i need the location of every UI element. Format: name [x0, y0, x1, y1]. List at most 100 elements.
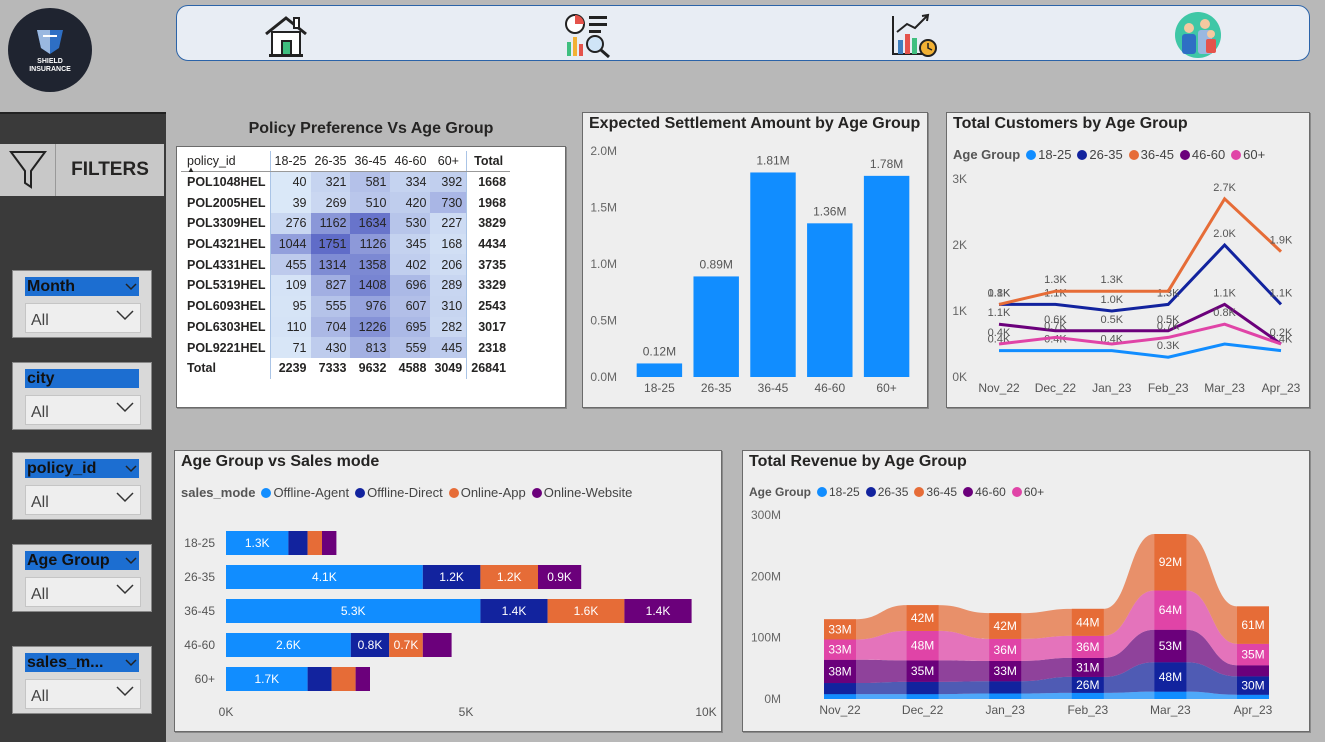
- chevron-down-icon[interactable]: [116, 684, 134, 703]
- row-policy-id: POL5319HEL: [181, 275, 271, 296]
- table-row[interactable]: POL2005HEL 39 269 510 420 730 1968: [181, 192, 511, 214]
- column-header[interactable]: 60+: [430, 151, 467, 173]
- bar: [636, 363, 683, 377]
- x-tick-label: Dec_22: [902, 703, 944, 717]
- slicer-value: All: [31, 312, 49, 329]
- data-label: 36M: [1076, 640, 1099, 654]
- table-cell: 510: [350, 192, 391, 214]
- slicer-dropdown[interactable]: All: [25, 679, 141, 709]
- slicer-city[interactable]: city All: [12, 362, 152, 430]
- row-total-cell: 2543: [466, 295, 511, 317]
- table-row[interactable]: POL5319HEL 109 827 1408 696 289 3329: [181, 275, 511, 296]
- table-row[interactable]: POL1048HEL 40 321 581 334 392 1668: [181, 171, 511, 193]
- y-tick-label: 3K: [952, 172, 967, 186]
- chevron-down-icon[interactable]: [125, 277, 137, 296]
- chevron-down-icon[interactable]: [116, 400, 134, 419]
- column-header[interactable]: 36-45: [350, 151, 391, 173]
- chevron-down-icon[interactable]: [116, 308, 134, 327]
- chevron-down-icon[interactable]: [125, 551, 137, 570]
- slicer-policy-id[interactable]: policy_id All: [12, 452, 152, 520]
- data-label: 1.36M: [813, 204, 846, 218]
- table-row[interactable]: POL4331HEL 455 1314 1358 402 206 3735: [181, 254, 511, 276]
- data-label: 4.1K: [312, 570, 337, 584]
- series-line: [999, 242, 1283, 313]
- table-cell: 530: [390, 213, 431, 234]
- growth-chart-icon[interactable]: [889, 12, 939, 58]
- table-cell: 1226: [350, 316, 391, 338]
- chevron-down-icon[interactable]: [116, 582, 134, 601]
- x-tick-label: Dec_22: [1035, 381, 1077, 395]
- slicer-age-group[interactable]: Age Group All: [12, 544, 152, 612]
- data-label: 0.8K: [1213, 307, 1236, 319]
- row-total-cell: 4434: [466, 233, 511, 255]
- bar-segment: [322, 531, 337, 555]
- y-tick-label: 2K: [952, 238, 967, 252]
- slicer-dropdown[interactable]: All: [25, 485, 141, 515]
- table-row[interactable]: POL3309HEL 276 1162 1634 530 227 3829: [181, 213, 511, 234]
- policy-matrix-visual: Policy Preference Vs Age Group policy_id…: [176, 114, 566, 408]
- y-tick-label: 46-60: [184, 638, 215, 652]
- slicer-title: city: [25, 369, 139, 388]
- y-tick-label: 0K: [952, 370, 967, 384]
- slicer-sales-mode[interactable]: sales_m... All: [12, 646, 152, 714]
- column-header[interactable]: 26-35: [310, 151, 351, 173]
- table-row[interactable]: POL6303HEL 110 704 1226 695 282 3017: [181, 316, 511, 338]
- column-header[interactable]: Total: [466, 151, 511, 173]
- sort-ascending-icon[interactable]: ▲: [187, 165, 195, 174]
- bar-segment: [307, 667, 332, 691]
- row-total-cell: 2318: [466, 337, 511, 358]
- data-label: 0.8K: [358, 638, 383, 652]
- slicer-dropdown[interactable]: All: [25, 577, 141, 607]
- y-tick-label: 300M: [751, 508, 781, 522]
- column-header[interactable]: 18-25: [270, 151, 311, 173]
- table-cell: 1751: [310, 233, 351, 255]
- table-cell: 168: [430, 233, 467, 255]
- customers-group-icon[interactable]: [1173, 12, 1223, 58]
- data-label: 2.7K: [1213, 182, 1236, 194]
- table-cell: 109: [270, 275, 311, 296]
- analysis-report-icon[interactable]: [563, 12, 613, 59]
- slicer-value: All: [31, 494, 49, 511]
- revenue-chart-card: Total Revenue by Age Group Age Group 18-2…: [742, 450, 1310, 732]
- data-label: 1.9K: [1270, 235, 1293, 247]
- x-tick-label: Feb_23: [1067, 703, 1108, 717]
- column-header-policy-id[interactable]: policy_id ▲: [181, 151, 271, 174]
- x-tick-label: Mar_23: [1150, 703, 1191, 717]
- slicer-dropdown[interactable]: All: [25, 303, 141, 333]
- x-tick-label: Feb_23: [1148, 381, 1189, 395]
- series-column: [1237, 694, 1269, 699]
- bar-segment: [307, 531, 322, 555]
- chevron-down-icon[interactable]: [116, 490, 134, 509]
- bar: [693, 276, 739, 377]
- data-label: 36M: [994, 643, 1017, 657]
- x-tick-label: 36-45: [758, 381, 789, 395]
- data-label: 0.7K: [1044, 320, 1067, 332]
- data-label: 1.3K: [1044, 274, 1067, 286]
- table-row[interactable]: POL9221HEL 71 430 813 559 445 2318: [181, 337, 511, 358]
- table-cell: 345: [390, 233, 431, 255]
- column-header[interactable]: 46-60: [390, 151, 431, 173]
- data-label: 1.2K: [497, 570, 522, 584]
- table-cell: 430: [310, 337, 351, 358]
- slicer-dropdown[interactable]: All: [25, 395, 141, 425]
- table-cell: 445: [430, 337, 467, 358]
- data-label: 44M: [1076, 615, 1099, 629]
- home-icon[interactable]: [261, 12, 311, 58]
- table-cell: 695: [390, 316, 431, 338]
- x-tick-label: 5K: [459, 705, 474, 719]
- table-row[interactable]: POL4321HEL 1044 1751 1126 345 168 4434: [181, 233, 511, 255]
- data-label: 5.3K: [341, 604, 366, 618]
- table-cell: 71: [270, 337, 311, 358]
- bar-segment: [422, 633, 452, 657]
- x-tick-label: Apr_23: [1262, 381, 1301, 395]
- data-label: 1.4K: [502, 604, 527, 618]
- customers-chart-card: Total Customers by Age Group Age Group 18…: [946, 112, 1310, 408]
- chevron-down-icon[interactable]: [125, 653, 137, 672]
- data-label: 31M: [1076, 660, 1099, 674]
- chevron-down-icon[interactable]: [125, 459, 137, 478]
- bar-segment: [288, 531, 308, 555]
- slicer-month[interactable]: Month All: [12, 270, 152, 338]
- table-row[interactable]: POL6093HEL 95 555 976 607 310 2543: [181, 295, 511, 317]
- data-label: 35M: [911, 664, 934, 678]
- y-tick-label: 1.5M: [590, 201, 617, 215]
